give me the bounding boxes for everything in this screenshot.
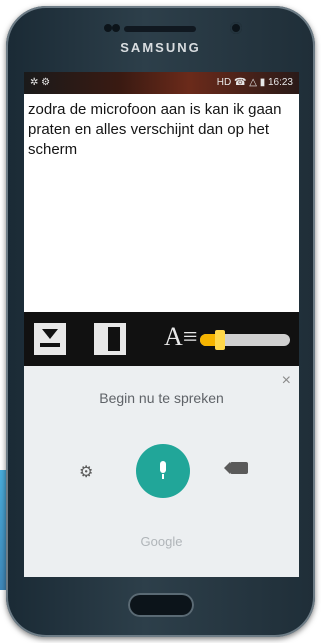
light-sensor <box>112 24 120 32</box>
download-icon[interactable] <box>34 323 66 355</box>
home-button[interactable] <box>128 593 194 617</box>
proximity-sensor <box>104 24 112 32</box>
status-bar: ✲ ⚙ HD ☎ △ ▮ 16:23 <box>24 72 299 94</box>
panel-icon[interactable] <box>94 323 126 355</box>
microphone-icon <box>160 461 166 473</box>
status-right-text: HD ☎ △ ▮ 16:23 <box>216 77 293 88</box>
earpiece-speaker <box>124 26 196 32</box>
voice-input-panel: × Begin nu te spreken ⚙ Google <box>24 366 299 577</box>
screen: ✲ ⚙ HD ☎ △ ▮ 16:23 zodra de microfoon aa… <box>24 72 299 577</box>
backspace-icon[interactable] <box>224 462 248 474</box>
dictation-text-area[interactable]: zodra de microfoon aan is kan ik gaan pr… <box>24 94 299 312</box>
gear-icon[interactable]: ⚙ <box>79 462 93 482</box>
status-left-icons: ✲ ⚙ <box>30 77 51 88</box>
microphone-button[interactable] <box>136 444 190 498</box>
microphone-stem <box>162 474 164 479</box>
font-size-slider[interactable] <box>200 330 290 350</box>
brand-logo: SAMSUNG <box>120 40 201 55</box>
google-label: Google <box>140 534 183 549</box>
font-size-icon[interactable]: A≡ <box>164 322 197 352</box>
editor-toolbar: A≡ <box>24 312 299 366</box>
font-size-slider-thumb[interactable] <box>214 330 225 350</box>
front-camera <box>230 22 242 34</box>
close-icon[interactable]: × <box>282 372 291 390</box>
voice-prompt: Begin nu te spreken <box>99 390 224 406</box>
